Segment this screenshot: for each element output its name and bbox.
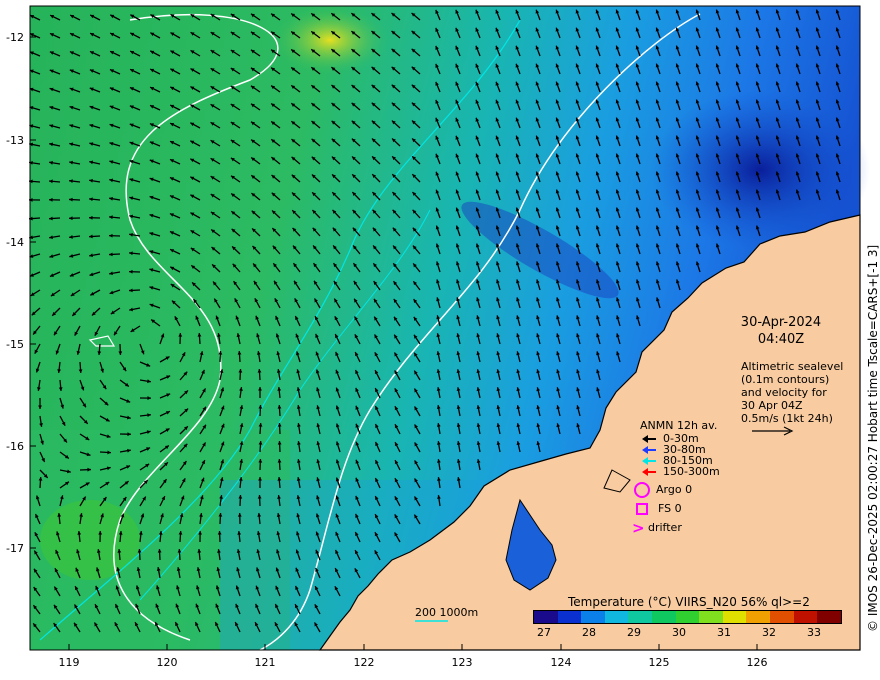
legend-item: Argo 0 xyxy=(632,480,692,499)
mooring-legend: ANMN 12h av. 0-30m 30-80m 80-150m 150-30… xyxy=(640,420,720,477)
altimetry-line: 30 Apr 04Z xyxy=(741,399,803,412)
bathy-scale-label: 200 1000m xyxy=(415,606,479,619)
colorbar xyxy=(533,610,842,624)
colorbar-swatch xyxy=(770,611,794,623)
colorbar-swatch xyxy=(793,611,818,623)
legend-item: FS 0 xyxy=(632,499,692,518)
chevron-marker-icon: > xyxy=(632,518,645,537)
lat-tick: -15 xyxy=(6,338,24,351)
legend-title: ANMN 12h av. xyxy=(640,419,718,432)
altimetry-line: 0.5m/s (1kt 24h) xyxy=(741,412,833,425)
colorbar-swatch xyxy=(652,611,676,623)
altimetry-line: Altimetric sealevel xyxy=(741,360,844,373)
legend-item: > drifter xyxy=(632,518,682,537)
marker-legend: Argo 0 FS 0 > drifter xyxy=(632,480,692,537)
altimetry-line: and velocity for xyxy=(741,386,827,399)
colorbar-tick: 28 xyxy=(582,626,596,639)
lat-tick: -13 xyxy=(6,134,24,147)
lat-tick: -17 xyxy=(6,542,24,555)
arrow-icon xyxy=(640,434,660,444)
colorbar-tick: 27 xyxy=(537,626,551,639)
colorbar-swatch xyxy=(722,611,747,623)
circle-marker-icon xyxy=(634,481,650,498)
colorbar-tick: 33 xyxy=(807,626,821,639)
lon-tick: 119 xyxy=(58,656,80,669)
colorbar-swatch xyxy=(817,611,841,623)
colorbar-swatch xyxy=(604,611,629,623)
colorbar-title: Temperature (°C) VIIRS_N20 56% ql>=2 xyxy=(568,595,810,609)
time-text: 04:40Z xyxy=(757,332,805,347)
lon-tick: 121 xyxy=(254,656,276,669)
altimetry-note: Altimetric sealevel (0.1m contours) and … xyxy=(741,360,843,425)
colorbar-swatch xyxy=(628,611,653,623)
arrow-icon xyxy=(640,445,660,455)
lon-tick: 126 xyxy=(746,656,768,669)
square-marker-icon xyxy=(636,502,648,515)
colorbar-swatch xyxy=(581,611,605,623)
colorbar-tick: 32 xyxy=(762,626,776,639)
lon-tick: 124 xyxy=(550,656,572,669)
colorbar-swatch xyxy=(557,611,582,623)
arrow-icon xyxy=(640,467,660,477)
date-text: 30-Apr-2024 xyxy=(740,315,822,330)
lon-tick: 125 xyxy=(648,656,670,669)
altimetry-line: (0.1m contours) xyxy=(741,373,830,386)
lon-tick: 120 xyxy=(156,656,178,669)
date-stamp: 30-Apr-2024 04:40Z xyxy=(726,314,836,348)
lat-tick: -12 xyxy=(6,31,24,44)
colorbar-tick: 30 xyxy=(672,626,686,639)
arrow-icon xyxy=(640,456,660,466)
colorbar-swatch xyxy=(675,611,700,623)
lat-tick: -16 xyxy=(6,440,24,453)
colorbar-tick: 31 xyxy=(717,626,731,639)
colorbar-swatch xyxy=(534,611,558,623)
lon-tick: 123 xyxy=(451,656,473,669)
colorbar-swatch xyxy=(699,611,723,623)
colorbar-tick: 29 xyxy=(627,626,641,639)
legend-item: 150-300m xyxy=(640,466,720,477)
lat-tick: -14 xyxy=(6,236,24,249)
lon-tick: 122 xyxy=(353,656,375,669)
colorbar-swatch xyxy=(746,611,771,623)
credit-text: © IMOS 26-Dec-2025 02:00:27 Hobart time … xyxy=(866,244,880,632)
